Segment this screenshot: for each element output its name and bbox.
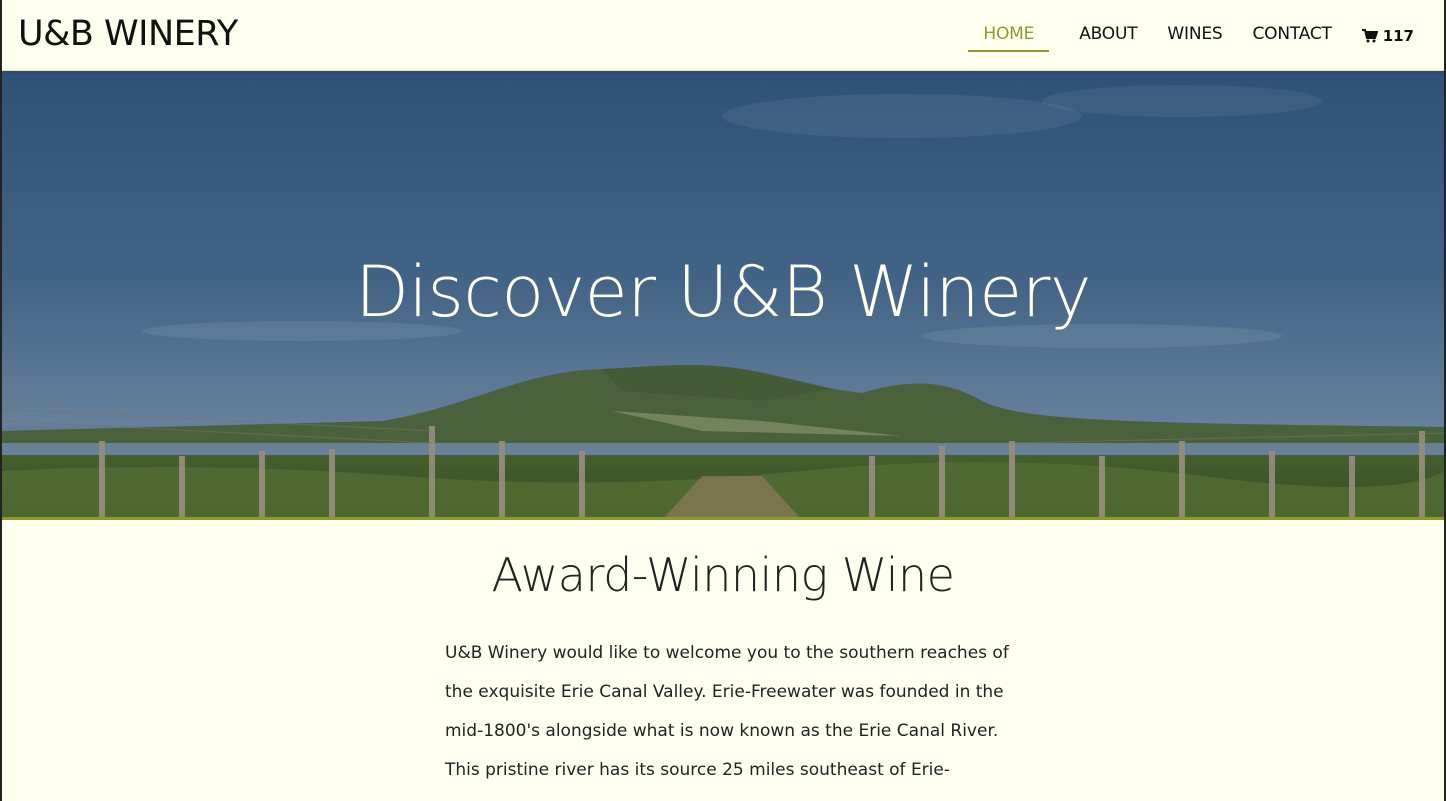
nav-about[interactable]: ABOUT xyxy=(1079,24,1137,48)
intro-paragraph: U&B Winery would like to welcome you to … xyxy=(445,643,1009,801)
site-header: U&B WINERY HOME ABOUT WINES CONTACT 117 xyxy=(2,0,1444,71)
cart-icon xyxy=(1361,28,1378,42)
hero-banner: Discover U&B Winery xyxy=(2,71,1444,520)
hero-title: Discover U&B Winery xyxy=(355,251,1091,333)
page: U&B WINERY HOME ABOUT WINES CONTACT 117 xyxy=(0,0,1446,801)
site-logo[interactable]: U&B WINERY xyxy=(18,14,238,54)
nav-contact[interactable]: CONTACT xyxy=(1252,24,1331,48)
nav-wines[interactable]: WINES xyxy=(1167,24,1222,48)
cart-count: 117 xyxy=(1382,26,1414,45)
main-nav: HOME ABOUT WINES CONTACT 117 xyxy=(938,0,1414,71)
section-title: Award-Winning Wine xyxy=(491,548,955,602)
nav-home[interactable]: HOME xyxy=(968,24,1049,52)
main-content: Award-Winning Wine U&B Winery would like… xyxy=(2,548,1444,801)
cart-button[interactable]: 117 xyxy=(1361,26,1414,45)
